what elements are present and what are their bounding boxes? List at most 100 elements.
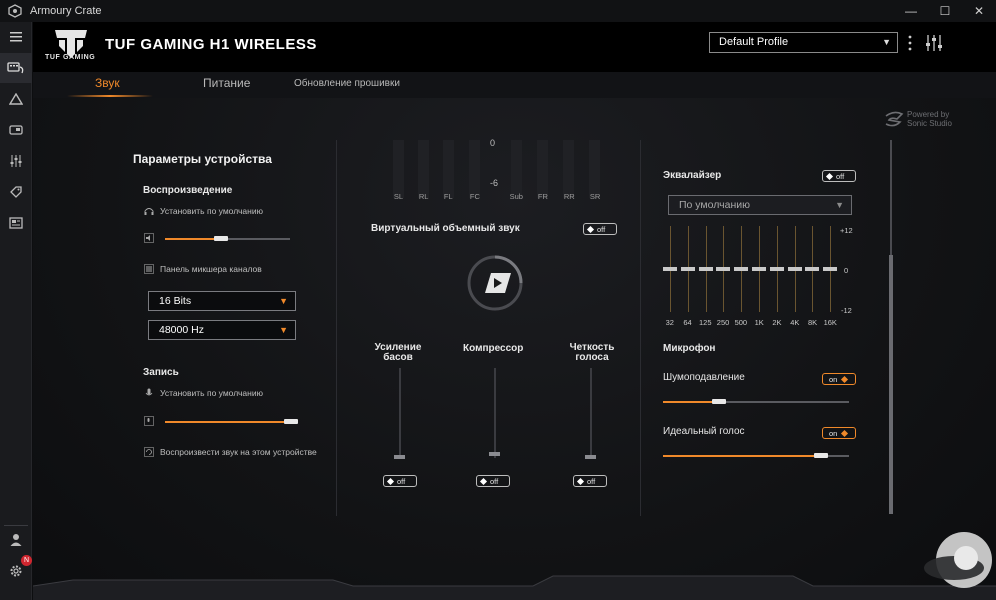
eq-band-thumb[interactable] <box>734 267 749 271</box>
equalizer-toggle[interactable]: off <box>822 170 856 182</box>
eq-band-thumb[interactable] <box>823 267 838 271</box>
chevron-down-icon: ▼ <box>835 200 844 210</box>
eq-band-thumb[interactable] <box>716 267 731 271</box>
device-params-title: Параметры устройства <box>133 152 272 166</box>
voice-clarity-slider[interactable] <box>590 368 592 458</box>
chevron-down-icon: ▼ <box>882 37 891 47</box>
playback-set-default[interactable]: Установить по умолчанию <box>160 206 263 216</box>
nav-devices-icon[interactable] <box>0 53 32 83</box>
equalizer-toggle-state: off <box>836 171 845 181</box>
channel-label: FL <box>443 192 453 201</box>
eq-band-label: 125 <box>699 318 712 327</box>
microphone-icon <box>145 388 153 396</box>
maximize-button[interactable]: ☐ <box>928 0 962 22</box>
bass-boost-slider[interactable] <box>399 368 401 458</box>
minimize-button[interactable]: — <box>894 0 928 22</box>
channel-label: SL <box>393 192 404 201</box>
close-button[interactable]: ✕ <box>962 0 996 22</box>
profile-dropdown[interactable]: Default Profile ▼ <box>709 32 898 53</box>
loopback-icon <box>144 447 154 457</box>
mic-volume-icon <box>144 416 154 426</box>
speaker-icon <box>144 233 154 243</box>
channel-label: FR <box>537 192 548 201</box>
eq-band-thumb[interactable] <box>663 267 677 271</box>
mixer-panel-link[interactable]: Панель микшера каналов <box>160 264 262 274</box>
nav-game-icon[interactable] <box>0 115 32 145</box>
eq-band-label: 64 <box>683 318 692 327</box>
bottom-decoration <box>33 575 996 600</box>
playback-title: Воспроизведение <box>143 185 233 196</box>
watermark-logo-icon <box>924 532 992 588</box>
channel-meter <box>393 140 404 198</box>
eq-band-thumb[interactable] <box>787 267 802 271</box>
tab-sound[interactable]: Звук <box>95 76 120 90</box>
channel-meter <box>563 140 574 198</box>
tab-firmware-update[interactable]: Обновление прошивки <box>294 78 400 89</box>
meter-scale-top: 0 <box>490 138 496 148</box>
channel-meter <box>537 140 548 198</box>
eq-band-thumb[interactable] <box>698 267 713 271</box>
eq-band-thumb[interactable] <box>805 267 820 271</box>
noise-reduction-slider[interactable] <box>663 399 849 404</box>
bass-boost-slider-thumb[interactable] <box>394 455 405 459</box>
channel-meter <box>469 140 480 198</box>
chevron-down-icon: ▼ <box>279 296 288 306</box>
chevron-down-icon: ▼ <box>279 325 288 335</box>
menu-icon[interactable] <box>0 22 32 52</box>
perfect-voice-toggle[interactable]: on <box>822 427 856 439</box>
compressor-toggle[interactable]: off <box>476 475 510 487</box>
noise-reduction-toggle[interactable]: on <box>822 373 856 385</box>
scrollbar-thumb[interactable] <box>889 255 893 514</box>
eq-scale-bottom: -12 <box>841 306 852 315</box>
sample-rate-dropdown[interactable]: 48000 Hz ▼ <box>148 320 296 340</box>
nav-aura-icon[interactable] <box>0 84 32 114</box>
main-panel: Powered by Sonic Studio Параметры устрой… <box>33 98 996 600</box>
eq-band-thumb[interactable] <box>752 267 766 271</box>
playback-volume-slider[interactable] <box>165 236 290 241</box>
nav-news-icon[interactable] <box>0 208 32 238</box>
record-title: Запись <box>143 367 179 378</box>
virtual-surround-toggle-state: off <box>597 224 606 234</box>
eq-band-thumb[interactable] <box>680 267 695 271</box>
headphones-icon <box>144 208 154 215</box>
voice-clarity-title: Четкость голоса <box>569 342 615 363</box>
record-set-default[interactable]: Установить по умолчанию <box>160 388 263 398</box>
equalizer-title: Эквалайзер <box>663 170 722 181</box>
nav-deals-tag-icon[interactable] <box>0 177 32 207</box>
eq-preset-dropdown[interactable]: По умолчанию ▼ <box>668 195 852 215</box>
content-scrollbar[interactable] <box>889 140 893 514</box>
channel-label: SR <box>589 192 601 201</box>
bass-boost-title: Усиление басов <box>374 342 422 363</box>
noise-reduction-toggle-state: on <box>829 374 838 384</box>
eq-band-label: 250 <box>716 318 730 327</box>
sonic-studio-logo-icon <box>885 111 904 127</box>
more-options-icon[interactable] <box>907 34 913 52</box>
nav-settings-sliders-icon[interactable] <box>0 146 32 176</box>
channel-label: RL <box>418 192 429 201</box>
channel-meter <box>511 140 522 198</box>
eq-band-thumb[interactable] <box>769 267 784 271</box>
meter-scale-bottom: -6 <box>490 178 499 188</box>
virtual-surround-toggle[interactable]: off <box>583 223 617 235</box>
compressor-slider-thumb[interactable] <box>489 452 500 456</box>
sonic-line-1: Powered by <box>907 110 950 119</box>
bass-boost-toggle[interactable]: off <box>383 475 417 487</box>
noise-reduction-label: Шумоподавление <box>663 372 745 383</box>
nav-user-icon[interactable] <box>0 525 32 555</box>
compressor-slider[interactable] <box>494 368 496 458</box>
eq-band-label: 8K <box>808 318 818 327</box>
virtual-surround-play-icon[interactable] <box>465 253 525 313</box>
active-tab-indicator <box>67 95 153 97</box>
bit-depth-dropdown[interactable]: 16 Bits ▼ <box>148 291 296 311</box>
perfect-voice-toggle-state: on <box>829 428 838 438</box>
voice-clarity-slider-thumb[interactable] <box>585 455 596 459</box>
sonic-studio-label: Powered by Sonic Studio <box>907 110 952 128</box>
eq-band-label: 32 <box>665 318 674 327</box>
tab-power[interactable]: Питание <box>203 76 250 90</box>
record-volume-slider[interactable] <box>165 419 298 424</box>
equalizer-settings-icon[interactable] <box>924 33 944 53</box>
mixer-panel-icon <box>144 264 154 274</box>
perfect-voice-slider[interactable] <box>663 453 849 458</box>
voice-clarity-toggle[interactable]: off <box>573 475 607 487</box>
play-on-device-link[interactable]: Воспроизвести звук на этом устройстве <box>160 447 317 457</box>
